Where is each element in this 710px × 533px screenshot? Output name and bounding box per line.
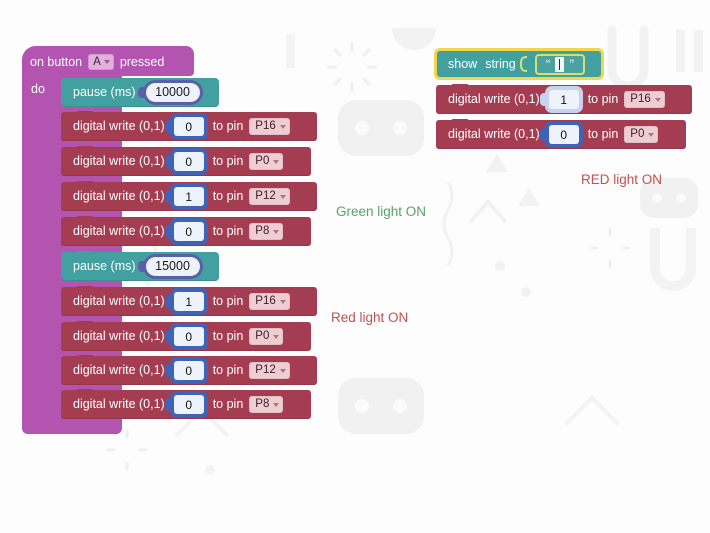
digital-write-label: digital write (0,1) — [448, 92, 540, 107]
pin-dropdown[interactable]: P8 — [249, 222, 284, 241]
button-selector-dropdown[interactable]: A — [88, 54, 114, 70]
pause-value-field[interactable]: 10000 — [137, 83, 200, 102]
pause-block[interactable]: pause (ms) 10000 — [61, 78, 219, 107]
pin-dropdown[interactable]: P0 — [249, 152, 284, 171]
digital-write-value-field[interactable]: 0 — [539, 125, 579, 144]
digital-write-block[interactable]: digital write (0,1) 0 to pin P0 — [61, 146, 311, 176]
chevron-down-icon — [279, 194, 286, 199]
pin-dropdown[interactable]: P12 — [249, 187, 290, 206]
on-button-prefix-label: on button — [30, 55, 83, 69]
annotation-red-light-on-right: RED light ON — [581, 172, 663, 187]
digital-write-value-field[interactable]: 0 — [164, 327, 204, 346]
digital-write-block[interactable]: digital write (0,1) 0 to pin P12 — [61, 355, 317, 385]
to-pin-label: to pin — [212, 119, 244, 134]
digital-write-label: digital write (0,1) — [73, 363, 165, 378]
pin-value: P8 — [255, 224, 270, 237]
digital-write-label: digital write (0,1) — [73, 119, 165, 134]
chevron-down-icon — [103, 60, 110, 64]
do-label: do — [31, 82, 45, 96]
digital-write-block[interactable]: digital write (0,1) 0 to pin P0 — [436, 119, 686, 149]
on-button-suffix-label: pressed — [119, 55, 165, 69]
input-slot-connector-icon — [519, 56, 527, 72]
digital-write-block[interactable]: digital write (0,1) 0 to pin P8 — [61, 216, 311, 246]
button-selector-value: A — [93, 56, 101, 68]
annotation-red-light-on-left: Red light ON — [331, 310, 409, 325]
to-pin-label: to pin — [212, 363, 244, 378]
to-pin-label: to pin — [212, 329, 244, 344]
pin-dropdown[interactable]: P0 — [624, 125, 659, 144]
digital-write-label: digital write (0,1) — [73, 154, 165, 169]
digital-write-block[interactable]: digital write (0,1) 1 to pin P12 — [61, 181, 317, 211]
chevron-down-icon — [279, 299, 286, 304]
to-pin-label: to pin — [212, 154, 244, 169]
digital-write-value-field[interactable]: 0 — [164, 361, 204, 380]
pin-dropdown[interactable]: P16 — [249, 117, 290, 136]
pin-value: P0 — [255, 329, 270, 342]
chevron-down-icon — [273, 402, 280, 407]
annotation-green-light-on: Green light ON — [336, 204, 427, 219]
digital-write-value-field[interactable]: 0 — [164, 152, 204, 171]
digital-write-block[interactable]: digital write (0,1) 0 to pin P8 — [61, 389, 311, 419]
open-quote-icon: “ — [545, 56, 551, 72]
chevron-down-icon — [279, 124, 286, 129]
pin-value: P8 — [255, 397, 270, 410]
pause-block[interactable]: pause (ms) 15000 — [61, 251, 219, 281]
digital-write-label: digital write (0,1) — [73, 224, 165, 239]
pin-value: P16 — [630, 92, 651, 105]
to-pin-label: to pin — [212, 294, 244, 309]
digital-write-value-field[interactable]: 0 — [164, 395, 204, 414]
digital-write-label: digital write (0,1) — [73, 294, 165, 309]
chevron-down-icon — [654, 97, 661, 102]
pause-label: pause (ms) — [73, 259, 136, 274]
digital-write-value-field[interactable]: 1 — [164, 292, 204, 311]
digital-write-label: digital write (0,1) — [73, 189, 165, 204]
digital-write-block[interactable]: digital write (0,1) 1 to pin P16 — [436, 84, 692, 114]
pin-value: P16 — [255, 119, 276, 132]
chevron-down-icon — [273, 229, 280, 234]
chevron-down-icon — [279, 368, 286, 373]
blocks-workspace-canvas[interactable]: on button A pressed do pause (ms) 10000 … — [0, 0, 710, 533]
pin-dropdown[interactable]: P16 — [624, 90, 665, 109]
chevron-down-icon — [648, 132, 655, 137]
digital-write-block[interactable]: digital write (0,1) 0 to pin P16 — [61, 111, 317, 141]
digital-write-value-field[interactable]: 0 — [164, 222, 204, 241]
pin-dropdown[interactable]: P8 — [249, 395, 284, 414]
digital-write-value-field[interactable]: 1 — [539, 90, 579, 109]
pause-label: pause (ms) — [73, 85, 136, 100]
digital-write-label: digital write (0,1) — [73, 397, 165, 412]
pin-value: P12 — [255, 189, 276, 202]
digital-write-value-field[interactable]: 0 — [164, 117, 204, 136]
digital-write-block[interactable]: digital write (0,1) 1 to pin P16 — [61, 286, 317, 316]
chevron-down-icon — [273, 159, 280, 164]
to-pin-label: to pin — [587, 127, 619, 142]
close-quote-icon: ” — [569, 56, 575, 72]
pin-value: P0 — [630, 127, 645, 140]
pin-value: P12 — [255, 363, 276, 376]
show-string-block[interactable]: show string “ ” — [434, 48, 604, 80]
pin-value: P0 — [255, 154, 270, 167]
digital-write-label: digital write (0,1) — [448, 127, 540, 142]
to-pin-label: to pin — [212, 397, 244, 412]
digital-write-block[interactable]: digital write (0,1) 0 to pin P0 — [61, 321, 311, 351]
to-pin-label: to pin — [212, 189, 244, 204]
chevron-down-icon — [273, 334, 280, 339]
show-label: show — [448, 56, 478, 71]
show-string-text-input[interactable]: “ ” — [534, 53, 586, 75]
digital-write-label: digital write (0,1) — [73, 329, 165, 344]
pause-value-field[interactable]: 15000 — [137, 257, 200, 276]
pin-dropdown[interactable]: P12 — [249, 361, 290, 380]
string-label: string — [485, 56, 516, 71]
pin-value: P16 — [255, 294, 276, 307]
to-pin-label: to pin — [587, 92, 619, 107]
on-button-pressed-label: on button A pressed — [30, 54, 164, 70]
to-pin-label: to pin — [212, 224, 244, 239]
pin-dropdown[interactable]: P0 — [249, 327, 284, 346]
pin-dropdown[interactable]: P16 — [249, 292, 290, 311]
digital-write-value-field[interactable]: 1 — [164, 187, 204, 206]
text-cursor-icon — [555, 56, 565, 72]
